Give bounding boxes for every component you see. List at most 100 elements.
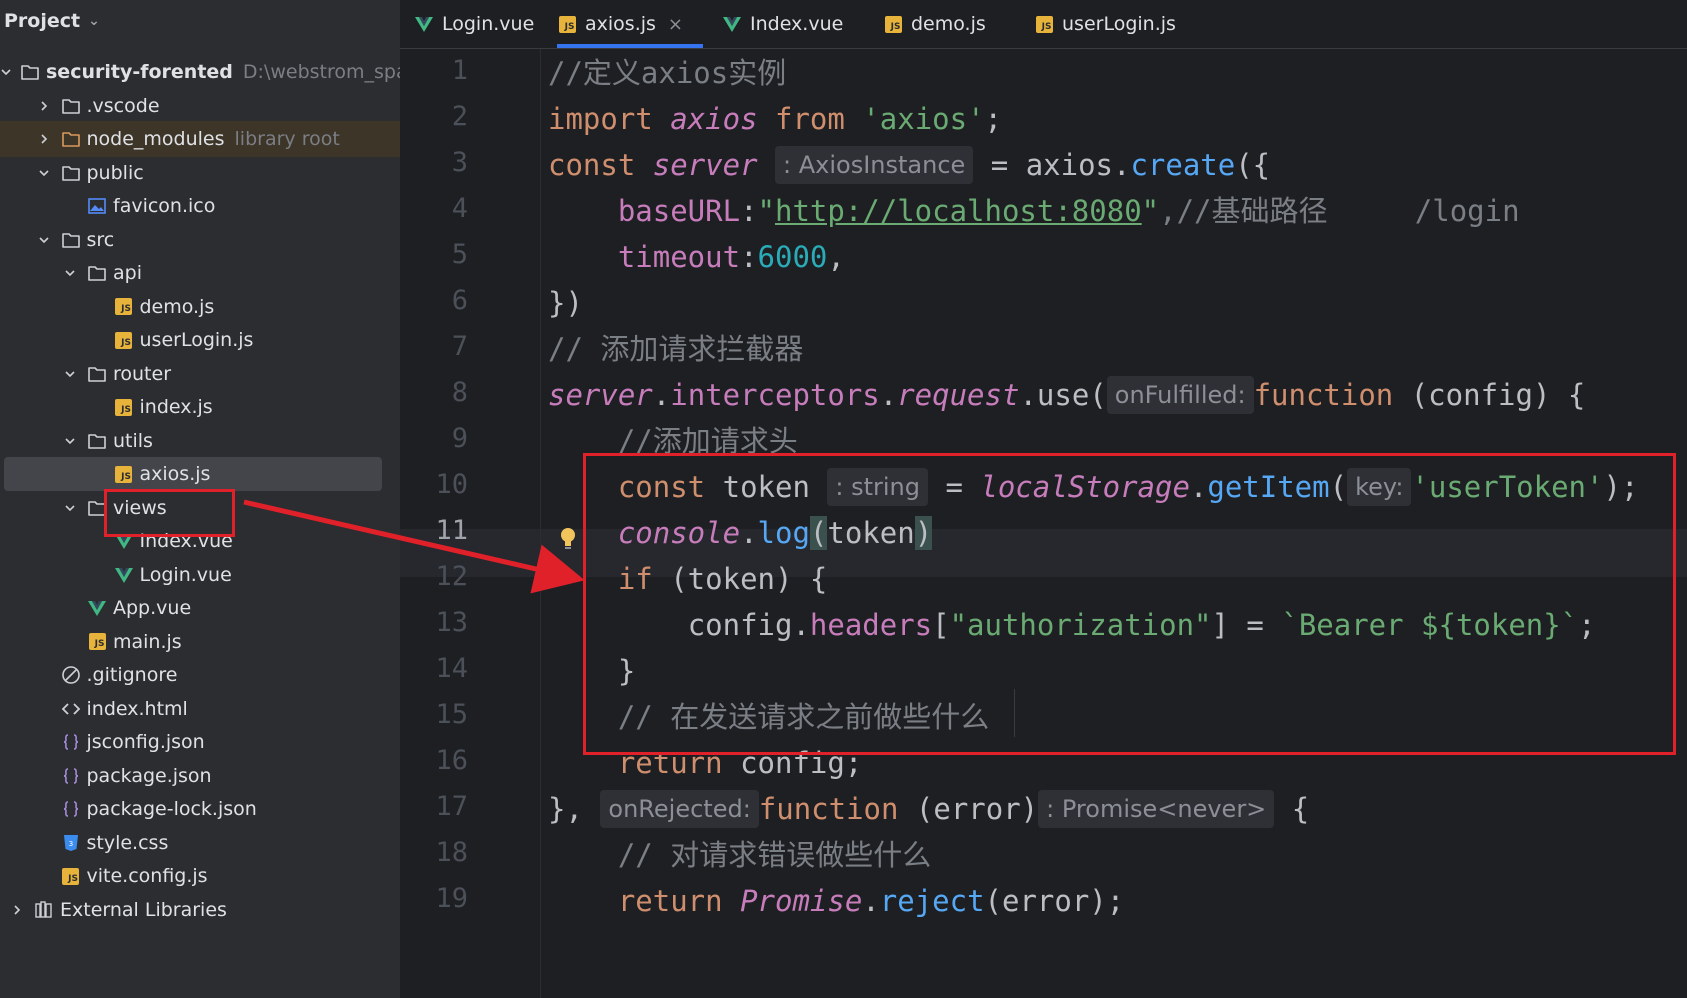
- code-line-19: return Promise.reject(error);: [548, 877, 1124, 925]
- line-number: 2: [451, 101, 468, 132]
- chevron-right-icon[interactable]: [8, 901, 26, 919]
- punctuation: .: [1019, 378, 1037, 412]
- tree-item[interactable]: JS userLogin.js: [0, 322, 400, 358]
- editor-tab[interactable]: JS demo.js: [883, 0, 995, 48]
- image-file-icon: [87, 196, 107, 216]
- tree-item[interactable]: JS axios.js: [0, 456, 400, 492]
- tree-item[interactable]: utils: [0, 423, 400, 459]
- chevron-right-icon[interactable]: [35, 130, 53, 148]
- editor-tab[interactable]: JS axios.js ×: [557, 0, 703, 48]
- folder-icon: [61, 230, 81, 250]
- tree-item-label: router: [113, 362, 172, 385]
- tree-item[interactable]: package-lock.json: [0, 791, 400, 827]
- tree-item-label: demo.js: [139, 295, 215, 318]
- tree-item[interactable]: router: [0, 356, 400, 392]
- tree-item-label: views: [113, 496, 167, 519]
- tree-item[interactable]: .gitignore: [0, 657, 400, 693]
- punctuation: ;: [984, 102, 1003, 136]
- tree-item-label: node_modules: [86, 128, 225, 150]
- code-line-5: timeout:6000,: [548, 233, 845, 281]
- indent-guide: [1014, 689, 1015, 737]
- tree-item[interactable]: External Libraries: [0, 892, 400, 928]
- tree-item[interactable]: api: [0, 255, 400, 291]
- active-tab-indicator: [557, 44, 703, 48]
- tree-item[interactable]: Index.vue: [0, 523, 400, 559]
- tree-item[interactable]: security-forented D:\webstrom_space\: [0, 54, 400, 90]
- folder-icon: [87, 364, 107, 384]
- identifier: axios.: [1025, 148, 1131, 182]
- tree-item[interactable]: JS demo.js: [0, 289, 400, 325]
- tree-item-label: jsconfig.json: [86, 731, 205, 753]
- code-line-8: server.interceptors.request.use(onFulfil…: [548, 371, 1585, 419]
- chevron-down-icon[interactable]: [35, 231, 53, 249]
- tree-item[interactable]: .vscode: [0, 88, 400, 124]
- keyword: return: [617, 746, 723, 780]
- chevron-down-icon[interactable]: [61, 432, 79, 450]
- code-editor[interactable]: 1 2 3 4 5 6 7 8 9 10 11 12 13 14 15 16 17 18 19 //定义axios实…: [400, 49, 1687, 998]
- tree-item[interactable]: public: [0, 155, 400, 191]
- folder-icon: [61, 129, 81, 149]
- matched-paren: (: [809, 516, 828, 550]
- vue-file-icon: [722, 14, 742, 34]
- vue-file-icon: [414, 14, 434, 34]
- code-line-3: const server : AxiosInstance = axios.cre…: [548, 141, 1270, 189]
- folder-icon: [87, 263, 107, 283]
- tree-item[interactable]: JS main.js: [0, 624, 400, 660]
- tree-item-label: External Libraries: [60, 898, 227, 921]
- tree-item-label: package.json: [86, 764, 212, 787]
- tree-item[interactable]: favicon.ico: [0, 188, 400, 224]
- tree-item-label: index.html: [86, 697, 188, 720]
- editor-tab[interactable]: Index.vue: [722, 0, 843, 48]
- code-line-6: }): [548, 279, 583, 327]
- chevron-down-icon[interactable]: [61, 365, 79, 383]
- editor-tab[interactable]: Login.vue: [414, 0, 534, 48]
- tree-item[interactable]: 3 style.css: [0, 825, 400, 861]
- identifier: localStorage: [980, 470, 1190, 504]
- matched-paren: ): [914, 516, 933, 550]
- js-file-icon: JS: [61, 866, 81, 886]
- tree-item[interactable]: node_modules library root: [0, 121, 400, 157]
- method-call: create: [1130, 148, 1236, 182]
- js-file-icon: JS: [87, 632, 107, 652]
- tree-item[interactable]: views: [0, 490, 400, 526]
- chevron-right-icon[interactable]: [35, 97, 53, 115]
- svg-text:3: 3: [68, 840, 72, 848]
- parameter-inlay-hint: key:: [1347, 468, 1412, 506]
- tree-item-label: Login.vue: [139, 563, 232, 586]
- close-icon[interactable]: ×: [668, 14, 683, 35]
- punctuation: ,: [827, 240, 845, 274]
- parameter-inlay-hint: onRejected:: [600, 790, 759, 828]
- editor-tab[interactable]: JS userLogin.js: [1034, 0, 1184, 48]
- line-gutter: 1 2 3 4 5 6 7 8 9 10 11 12 13 14 15 16 17 18 19: [400, 49, 541, 998]
- tree-item-label: package-lock.json: [86, 798, 257, 820]
- punctuation: .: [879, 378, 898, 412]
- tree-item[interactable]: package.json: [0, 758, 400, 794]
- chevron-down-icon[interactable]: [0, 63, 12, 81]
- tree-item[interactable]: JS vite.config.js: [0, 858, 400, 894]
- line-number: 8: [451, 377, 468, 408]
- tree-item[interactable]: src: [0, 222, 400, 258]
- keyword: return: [617, 884, 723, 918]
- tab-label: userLogin.js: [1062, 13, 1176, 35]
- tree-item[interactable]: index.html: [0, 691, 400, 727]
- chevron-down-icon[interactable]: [61, 264, 79, 282]
- expression: config;: [722, 746, 863, 780]
- tree-item[interactable]: jsconfig.json: [0, 724, 400, 760]
- url-link[interactable]: http://localhost:8080: [775, 194, 1142, 228]
- tree-item[interactable]: JS index.js: [0, 389, 400, 425]
- tree-item[interactable]: Login.vue: [0, 557, 400, 593]
- tree-item-hint: D:\webstrom_space\: [242, 61, 400, 83]
- identifier: token: [705, 470, 810, 504]
- string-literal: 'axios': [862, 102, 985, 136]
- project-header[interactable]: Project ⌄: [4, 6, 100, 36]
- line-number: 9: [451, 423, 468, 454]
- tree-item[interactable]: App.vue: [0, 590, 400, 626]
- chevron-down-icon[interactable]: [61, 499, 79, 517]
- chevron-down-icon[interactable]: [35, 164, 53, 182]
- keyword: if: [617, 562, 653, 596]
- code-line-15: // 在发送请求之前做些什么: [548, 693, 989, 741]
- code-line-10: const token : string = localStorage.getI…: [548, 463, 1638, 511]
- method-call: log: [757, 516, 810, 550]
- punctuation: {: [1274, 792, 1310, 826]
- operator: =: [973, 148, 1026, 182]
